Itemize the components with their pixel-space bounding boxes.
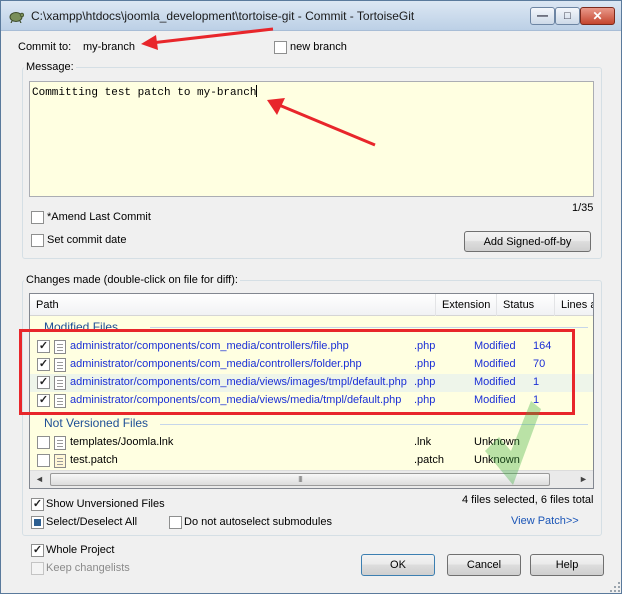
file-icon xyxy=(54,358,66,372)
file-status: Modified xyxy=(474,340,516,352)
message-counter: 1/35 xyxy=(572,202,594,214)
file-path: administrator/components/com_media/views… xyxy=(70,376,407,388)
file-icon xyxy=(54,436,66,450)
add-signed-off-by-button[interactable]: Add Signed-off-by xyxy=(464,231,591,252)
changes-group-label: Changes made (double-click on file for d… xyxy=(24,274,240,286)
list-header: Path Extension Status Lines added xyxy=(30,294,593,316)
file-extension: .patch xyxy=(414,454,444,466)
ok-button[interactable]: OK xyxy=(361,554,435,576)
file-path: test.patch xyxy=(70,454,118,466)
amend-last-commit-checkbox[interactable] xyxy=(31,211,44,224)
file-lines-added: 1 xyxy=(533,376,540,388)
select-all-label: Select/Deselect All xyxy=(46,516,138,528)
new-branch-label: new branch xyxy=(290,41,347,53)
help-button[interactable]: Help xyxy=(530,554,604,576)
file-path: administrator/components/com_media/contr… xyxy=(70,340,349,352)
file-lines-added: 1 xyxy=(533,394,540,406)
close-icon: ✕ xyxy=(592,9,603,23)
file-icon xyxy=(54,340,66,354)
title-bar[interactable]: C:\xampp\htdocs\joomla_development\torto… xyxy=(1,1,621,31)
file-checkbox[interactable] xyxy=(37,436,50,449)
column-header-lines-added[interactable]: Lines added xyxy=(555,294,593,316)
file-lines-added: 70 xyxy=(533,358,546,370)
changed-files-list[interactable]: Path Extension Status Lines added Modifi… xyxy=(29,293,594,489)
file-status: Unknown xyxy=(474,436,520,448)
no-autoselect-submodules-label: Do not autoselect submodules xyxy=(184,516,332,528)
grip-icon: III xyxy=(298,475,303,484)
file-status: Modified xyxy=(474,394,516,406)
file-lines-added: 164 xyxy=(533,340,552,352)
file-checkbox[interactable] xyxy=(37,454,50,467)
patch-file-icon xyxy=(54,454,66,468)
close-button[interactable]: ✕ xyxy=(580,7,615,25)
whole-project-label: Whole Project xyxy=(46,544,115,556)
file-icon xyxy=(54,394,66,408)
list-item[interactable]: test.patch .patch Unknown xyxy=(30,452,593,470)
column-header-path[interactable]: Path xyxy=(30,294,436,316)
horizontal-scrollbar[interactable]: ◄ III ► xyxy=(30,470,593,488)
group-divider xyxy=(150,327,588,328)
view-patch-link[interactable]: View Patch>> xyxy=(511,515,579,527)
resize-grip-icon[interactable] xyxy=(609,581,621,593)
files-summary: 4 files selected, 6 files total xyxy=(462,494,594,506)
file-extension: .lnk xyxy=(414,436,432,448)
list-item[interactable]: administrator/components/com_media/contr… xyxy=(30,338,593,356)
file-checkbox[interactable] xyxy=(37,394,50,407)
file-path: templates/Joomla.lnk xyxy=(70,436,174,448)
message-group-label: Message: xyxy=(24,61,76,73)
maximize-button[interactable]: □ xyxy=(555,7,580,25)
branch-name: my-branch xyxy=(83,41,135,53)
show-unversioned-checkbox[interactable] xyxy=(31,498,44,511)
keep-changelists-label: Keep changelists xyxy=(46,562,130,574)
minimize-icon: — xyxy=(537,9,548,22)
commit-dialog: C:\xampp\htdocs\joomla_development\torto… xyxy=(0,0,622,594)
modified-files-group-title: Modified Files xyxy=(44,320,119,334)
cancel-button[interactable]: Cancel xyxy=(447,554,521,576)
list-item[interactable]: administrator/components/com_media/contr… xyxy=(30,356,593,374)
whole-project-checkbox[interactable] xyxy=(31,544,44,557)
amend-last-commit-label: *Amend Last Commit xyxy=(47,211,151,223)
file-status: Unknown xyxy=(474,454,520,466)
select-all-checkbox[interactable] xyxy=(31,516,44,529)
commit-to-label: Commit to: xyxy=(18,41,72,53)
file-path: administrator/components/com_media/contr… xyxy=(70,358,362,370)
column-header-extension[interactable]: Extension xyxy=(436,294,497,316)
scroll-right-icon[interactable]: ► xyxy=(579,474,588,484)
file-status: Modified xyxy=(474,358,516,370)
new-branch-checkbox[interactable] xyxy=(274,41,287,54)
file-status: Modified xyxy=(474,376,516,388)
scrollbar-thumb[interactable]: III xyxy=(50,473,550,486)
tortoisegit-app-icon xyxy=(9,12,24,23)
not-versioned-group-title: Not Versioned Files xyxy=(44,416,149,430)
show-unversioned-label: Show Unversioned Files xyxy=(46,498,165,510)
text-caret xyxy=(256,85,258,97)
group-divider xyxy=(160,424,588,425)
file-extension: .php xyxy=(414,376,436,388)
maximize-icon: □ xyxy=(564,9,571,22)
minimize-button[interactable]: — xyxy=(530,7,555,25)
file-checkbox[interactable] xyxy=(37,340,50,353)
set-commit-date-checkbox[interactable] xyxy=(31,234,44,247)
keep-changelists-checkbox[interactable] xyxy=(31,562,44,575)
commit-message-textarea[interactable]: Committing test patch to my-branch xyxy=(29,81,594,197)
file-icon xyxy=(54,376,66,390)
window-title: C:\xampp\htdocs\joomla_development\torto… xyxy=(31,9,415,23)
column-header-status[interactable]: Status xyxy=(497,294,555,316)
list-item[interactable]: templates/Joomla.lnk .lnk Unknown xyxy=(30,434,593,452)
list-item[interactable]: administrator/components/com_media/views… xyxy=(30,392,593,410)
file-extension: .php xyxy=(414,394,436,406)
file-extension: .php xyxy=(414,358,436,370)
file-extension: .php xyxy=(414,340,436,352)
scroll-left-icon[interactable]: ◄ xyxy=(35,474,44,484)
no-autoselect-submodules-checkbox[interactable] xyxy=(169,516,182,529)
set-commit-date-label: Set commit date xyxy=(47,234,127,246)
file-checkbox[interactable] xyxy=(37,358,50,371)
file-path: administrator/components/com_media/views… xyxy=(70,394,402,406)
commit-message-text: Committing test patch to my-branch xyxy=(32,87,257,99)
list-item[interactable]: administrator/components/com_media/views… xyxy=(30,374,593,392)
file-checkbox[interactable] xyxy=(37,376,50,389)
